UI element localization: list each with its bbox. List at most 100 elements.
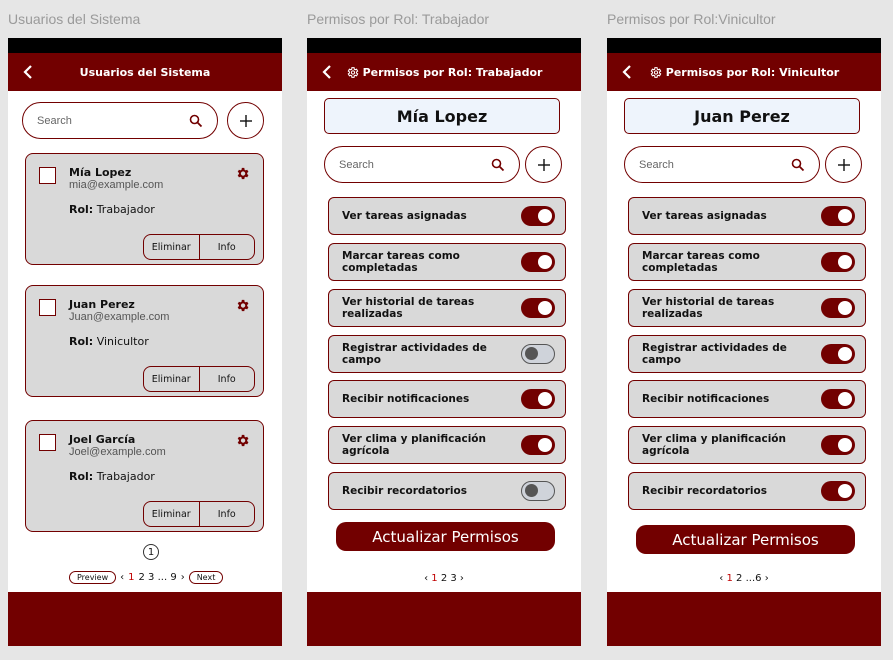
next-button[interactable]: Next — [188, 571, 224, 584]
plus-icon — [537, 158, 550, 171]
permission-toggle[interactable] — [821, 206, 855, 226]
gear-icon[interactable] — [235, 433, 250, 448]
current-page-indicator: 1 — [143, 544, 159, 560]
permission-toggle[interactable] — [521, 344, 555, 364]
app-bar: Permisos por Rol: Trabajador — [307, 53, 581, 91]
chevron-left-icon[interactable] — [21, 64, 35, 80]
toggle-knob — [838, 392, 852, 406]
search-bar[interactable] — [22, 102, 218, 139]
page-active[interactable]: 1 — [128, 572, 134, 583]
permission-toggle[interactable] — [521, 298, 555, 318]
toggle-knob — [538, 392, 552, 406]
info-button[interactable]: Info — [200, 235, 255, 259]
info-button[interactable]: Info — [200, 502, 255, 526]
delete-button[interactable]: Eliminar — [144, 502, 200, 526]
chevron-left-icon[interactable] — [320, 64, 334, 80]
permission-toggle[interactable] — [521, 252, 555, 272]
permission-toggle[interactable] — [521, 481, 555, 501]
permission-toggle[interactable] — [821, 481, 855, 501]
page-active[interactable]: 1 — [431, 573, 437, 584]
permission-label: Ver clima y planificación agrícola — [642, 433, 786, 457]
search-input[interactable] — [639, 158, 759, 171]
search-icon[interactable] — [791, 158, 805, 172]
permission-toggle[interactable] — [821, 389, 855, 409]
search-bar[interactable] — [324, 146, 520, 183]
toggle-knob — [538, 301, 552, 315]
toggle-knob — [538, 209, 552, 223]
user-checkbox[interactable] — [39, 434, 56, 451]
permission-row: Marcar tareas como completadas — [328, 243, 566, 281]
update-permissions-button[interactable]: Actualizar Permisos — [336, 522, 555, 551]
search-bar[interactable] — [624, 146, 820, 183]
permission-row: Ver historial de tareas realizadas — [628, 289, 866, 327]
search-icon[interactable] — [491, 158, 505, 172]
delete-button[interactable]: Eliminar — [144, 367, 200, 391]
next-page-arrow[interactable]: › — [765, 573, 769, 584]
permission-toggle[interactable] — [521, 389, 555, 409]
search-input[interactable] — [339, 158, 459, 171]
gear-icon[interactable] — [235, 298, 250, 313]
user-role: Rol: Trabajador — [69, 203, 155, 216]
permission-row: Recibir notificaciones — [628, 380, 866, 418]
add-button[interactable] — [525, 146, 562, 183]
card-actions: Eliminar Info — [143, 501, 255, 527]
pagination: ‹ 1 2 3 › — [307, 573, 581, 584]
update-permissions-button[interactable]: Actualizar Permisos — [636, 525, 855, 554]
add-button[interactable] — [825, 146, 862, 183]
permission-toggle[interactable] — [521, 435, 555, 455]
permission-row: Ver tareas asignadas — [328, 197, 566, 235]
permission-toggle[interactable] — [521, 206, 555, 226]
role-value: Trabajador — [96, 470, 155, 483]
search-icon[interactable] — [189, 114, 203, 128]
user-card: Mía Lopez mia@example.com Rol: Trabajado… — [25, 153, 264, 265]
user-name: Juan Perez — [69, 298, 135, 311]
next-page-arrow[interactable]: › — [460, 573, 464, 584]
footer-bar — [307, 592, 581, 646]
page-title-text: Permisos por Rol: Vinicultor — [665, 65, 840, 79]
next-page-arrow[interactable]: › — [181, 572, 185, 583]
user-email: Juan@example.com — [69, 311, 170, 323]
page-active[interactable]: 1 — [726, 573, 732, 584]
permission-toggle[interactable] — [821, 298, 855, 318]
user-checkbox[interactable] — [39, 299, 56, 316]
users-screen: Usuarios del Sistema Mía Lopez mia@examp… — [8, 38, 282, 646]
gear-icon[interactable] — [235, 166, 250, 181]
permission-label: Marcar tareas como completadas — [642, 250, 760, 274]
add-user-button[interactable] — [227, 102, 264, 139]
permission-toggle[interactable] — [821, 344, 855, 364]
prev-page-arrow[interactable]: ‹ — [120, 572, 124, 583]
frame-title-winemaker: Permisos por Rol:Vinicultor — [607, 11, 776, 27]
user-role: Rol: Vinicultor — [69, 335, 149, 348]
delete-button[interactable]: Eliminar — [144, 235, 200, 259]
role-value: Trabajador — [96, 203, 155, 216]
footer-bar — [607, 592, 881, 646]
user-card: Juan Perez Juan@example.com Rol: Vinicul… — [25, 285, 264, 397]
user-email: Joel@example.com — [69, 446, 166, 458]
page-title: Permisos por Rol: Vinicultor — [649, 66, 839, 79]
page-numbers[interactable]: 2 ...6 — [736, 573, 761, 584]
permission-row: Ver clima y planificación agrícola — [628, 426, 866, 464]
selected-user-name: Juan Perez — [624, 98, 860, 134]
permission-row: Registrar actividades de campo — [328, 335, 566, 373]
permission-row: Recibir notificaciones — [328, 380, 566, 418]
permission-toggle[interactable] — [821, 252, 855, 272]
user-checkbox[interactable] — [39, 167, 56, 184]
gear-icon — [347, 66, 358, 78]
preview-button[interactable]: Preview — [69, 571, 117, 584]
permissions-winemaker-screen: Permisos por Rol: Vinicultor Juan Perez … — [607, 38, 881, 646]
search-input[interactable] — [37, 114, 157, 127]
toggle-knob — [838, 255, 852, 269]
page-title: Permisos por Rol: Trabajador — [346, 66, 542, 79]
page-numbers[interactable]: 2 3 ... 9 — [139, 572, 177, 583]
info-button[interactable]: Info — [200, 367, 255, 391]
role-label: Rol: — [69, 203, 94, 216]
app-bar: Permisos por Rol: Vinicultor — [607, 53, 881, 91]
prev-page-arrow[interactable]: ‹ — [719, 573, 723, 584]
permission-toggle[interactable] — [821, 435, 855, 455]
permission-label: Registrar actividades de campo — [342, 342, 487, 366]
toggle-knob — [838, 209, 852, 223]
toggle-knob — [838, 438, 852, 452]
page-numbers[interactable]: 2 3 — [441, 573, 457, 584]
chevron-left-icon[interactable] — [620, 64, 634, 80]
prev-page-arrow[interactable]: ‹ — [424, 573, 428, 584]
